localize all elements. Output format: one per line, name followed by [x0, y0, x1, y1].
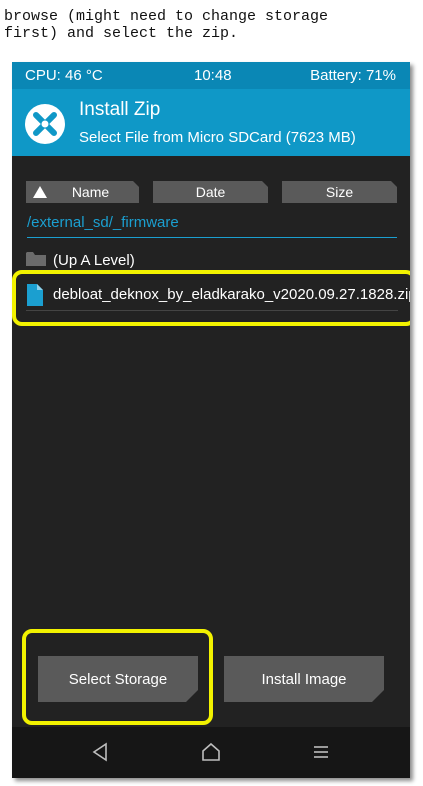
sort-by-size-button[interactable]: Size — [282, 181, 397, 203]
back-icon[interactable] — [90, 741, 112, 763]
twrp-logo-icon — [25, 104, 65, 144]
status-bar: CPU: 46 °C 10:48 Battery: 71% — [12, 62, 410, 89]
sort-by-name-button[interactable]: Name — [26, 181, 139, 203]
install-image-button[interactable]: Install Image — [224, 656, 384, 702]
sort-ascending-icon — [32, 185, 48, 199]
select-storage-button[interactable]: Select Storage — [38, 656, 198, 702]
app-header: Install Zip Select File from Micro SDCar… — [12, 89, 410, 156]
list-item-up-level[interactable]: (Up A Level) — [26, 250, 398, 272]
current-path: /external_sd/_firmware — [27, 214, 397, 238]
page-subtitle: Select File from Micro SDCard (7623 MB) — [79, 129, 356, 146]
clock: 10:48 — [194, 67, 232, 84]
menu-icon[interactable] — [310, 741, 332, 763]
sort-by-date-button[interactable]: Date — [153, 181, 268, 203]
list-item-label: (Up A Level) — [53, 252, 135, 269]
phone-screen: CPU: 46 °C 10:48 Battery: 71% Install Zi… — [12, 62, 410, 778]
highlight-file-annotation — [12, 270, 410, 326]
cpu-temperature: CPU: 46 °C — [25, 67, 103, 84]
sort-name-label: Name — [71, 184, 110, 200]
caption-text: browse (might need to change storage fir… — [4, 8, 329, 42]
navigation-bar — [12, 727, 410, 778]
folder-icon — [26, 252, 46, 266]
home-icon[interactable] — [200, 741, 222, 763]
battery-level: Battery: 71% — [310, 67, 396, 84]
page-title: Install Zip — [79, 99, 161, 120]
